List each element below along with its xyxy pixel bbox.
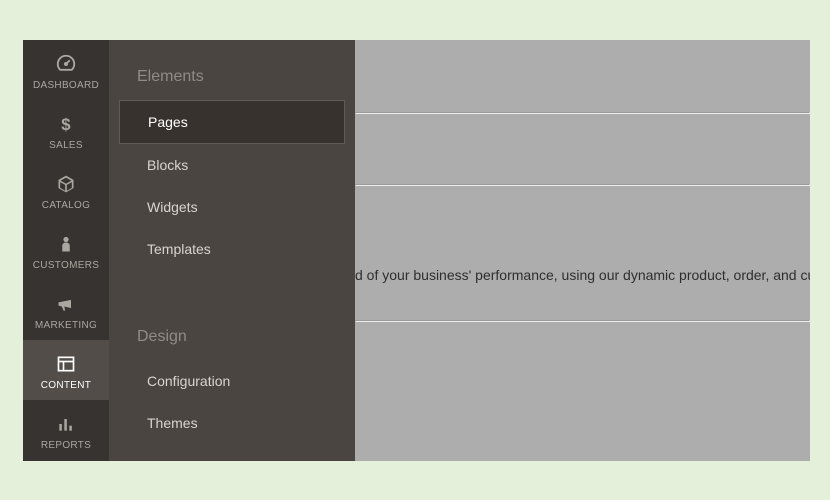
submenu-item-configuration[interactable]: Configuration xyxy=(119,360,345,402)
app-window: DASHBOARD $ SALES CATALOG xyxy=(23,40,810,461)
submenu-spacer xyxy=(109,270,355,300)
submenu-group-design: Design xyxy=(109,300,355,360)
dollar-icon: $ xyxy=(56,112,76,136)
main-content: d of your business' performance, using o… xyxy=(355,40,810,461)
sidebar-item-label: CUSTOMERS xyxy=(33,260,99,271)
submenu-item-pages[interactable]: Pages xyxy=(119,100,345,144)
bar-chart-icon xyxy=(56,412,76,436)
person-icon xyxy=(57,232,75,256)
submenu-item-themes[interactable]: Themes xyxy=(119,402,345,444)
sidebar-item-label: DASHBOARD xyxy=(33,80,99,91)
sidebar-item-catalog[interactable]: CATALOG xyxy=(23,160,109,220)
sidebar-item-customers[interactable]: CUSTOMERS xyxy=(23,220,109,280)
sidebar-item-marketing[interactable]: MARKETING xyxy=(23,280,109,340)
submenu-item-widgets[interactable]: Widgets xyxy=(119,186,345,228)
submenu-item-templates[interactable]: Templates xyxy=(119,228,345,270)
sidebar-item-content[interactable]: CONTENT xyxy=(23,340,109,400)
sidebar-item-dashboard[interactable]: DASHBOARD xyxy=(23,40,109,100)
svg-text:$: $ xyxy=(61,114,71,133)
submenu-group-elements: Elements xyxy=(109,40,355,100)
sidebar-item-sales[interactable]: $ SALES xyxy=(23,100,109,160)
dashboard-description: d of your business' performance, using o… xyxy=(355,267,810,283)
submenu-item-blocks[interactable]: Blocks xyxy=(119,144,345,186)
sidebar-item-label: CONTENT xyxy=(41,380,91,391)
divider xyxy=(355,320,810,322)
megaphone-icon xyxy=(56,292,76,316)
sidebar-item-label: SALES xyxy=(49,140,83,151)
layout-icon xyxy=(56,352,76,376)
gauge-icon xyxy=(55,52,77,76)
divider xyxy=(355,184,810,186)
content-submenu: Elements Pages Blocks Widgets Templates … xyxy=(109,40,355,461)
sidebar-item-label: CATALOG xyxy=(42,200,90,211)
sidebar-item-label: REPORTS xyxy=(41,440,91,451)
primary-sidebar: DASHBOARD $ SALES CATALOG xyxy=(23,40,109,461)
sidebar-item-reports[interactable]: REPORTS xyxy=(23,400,109,460)
box-icon xyxy=(56,172,76,196)
sidebar-item-label: MARKETING xyxy=(35,320,97,331)
